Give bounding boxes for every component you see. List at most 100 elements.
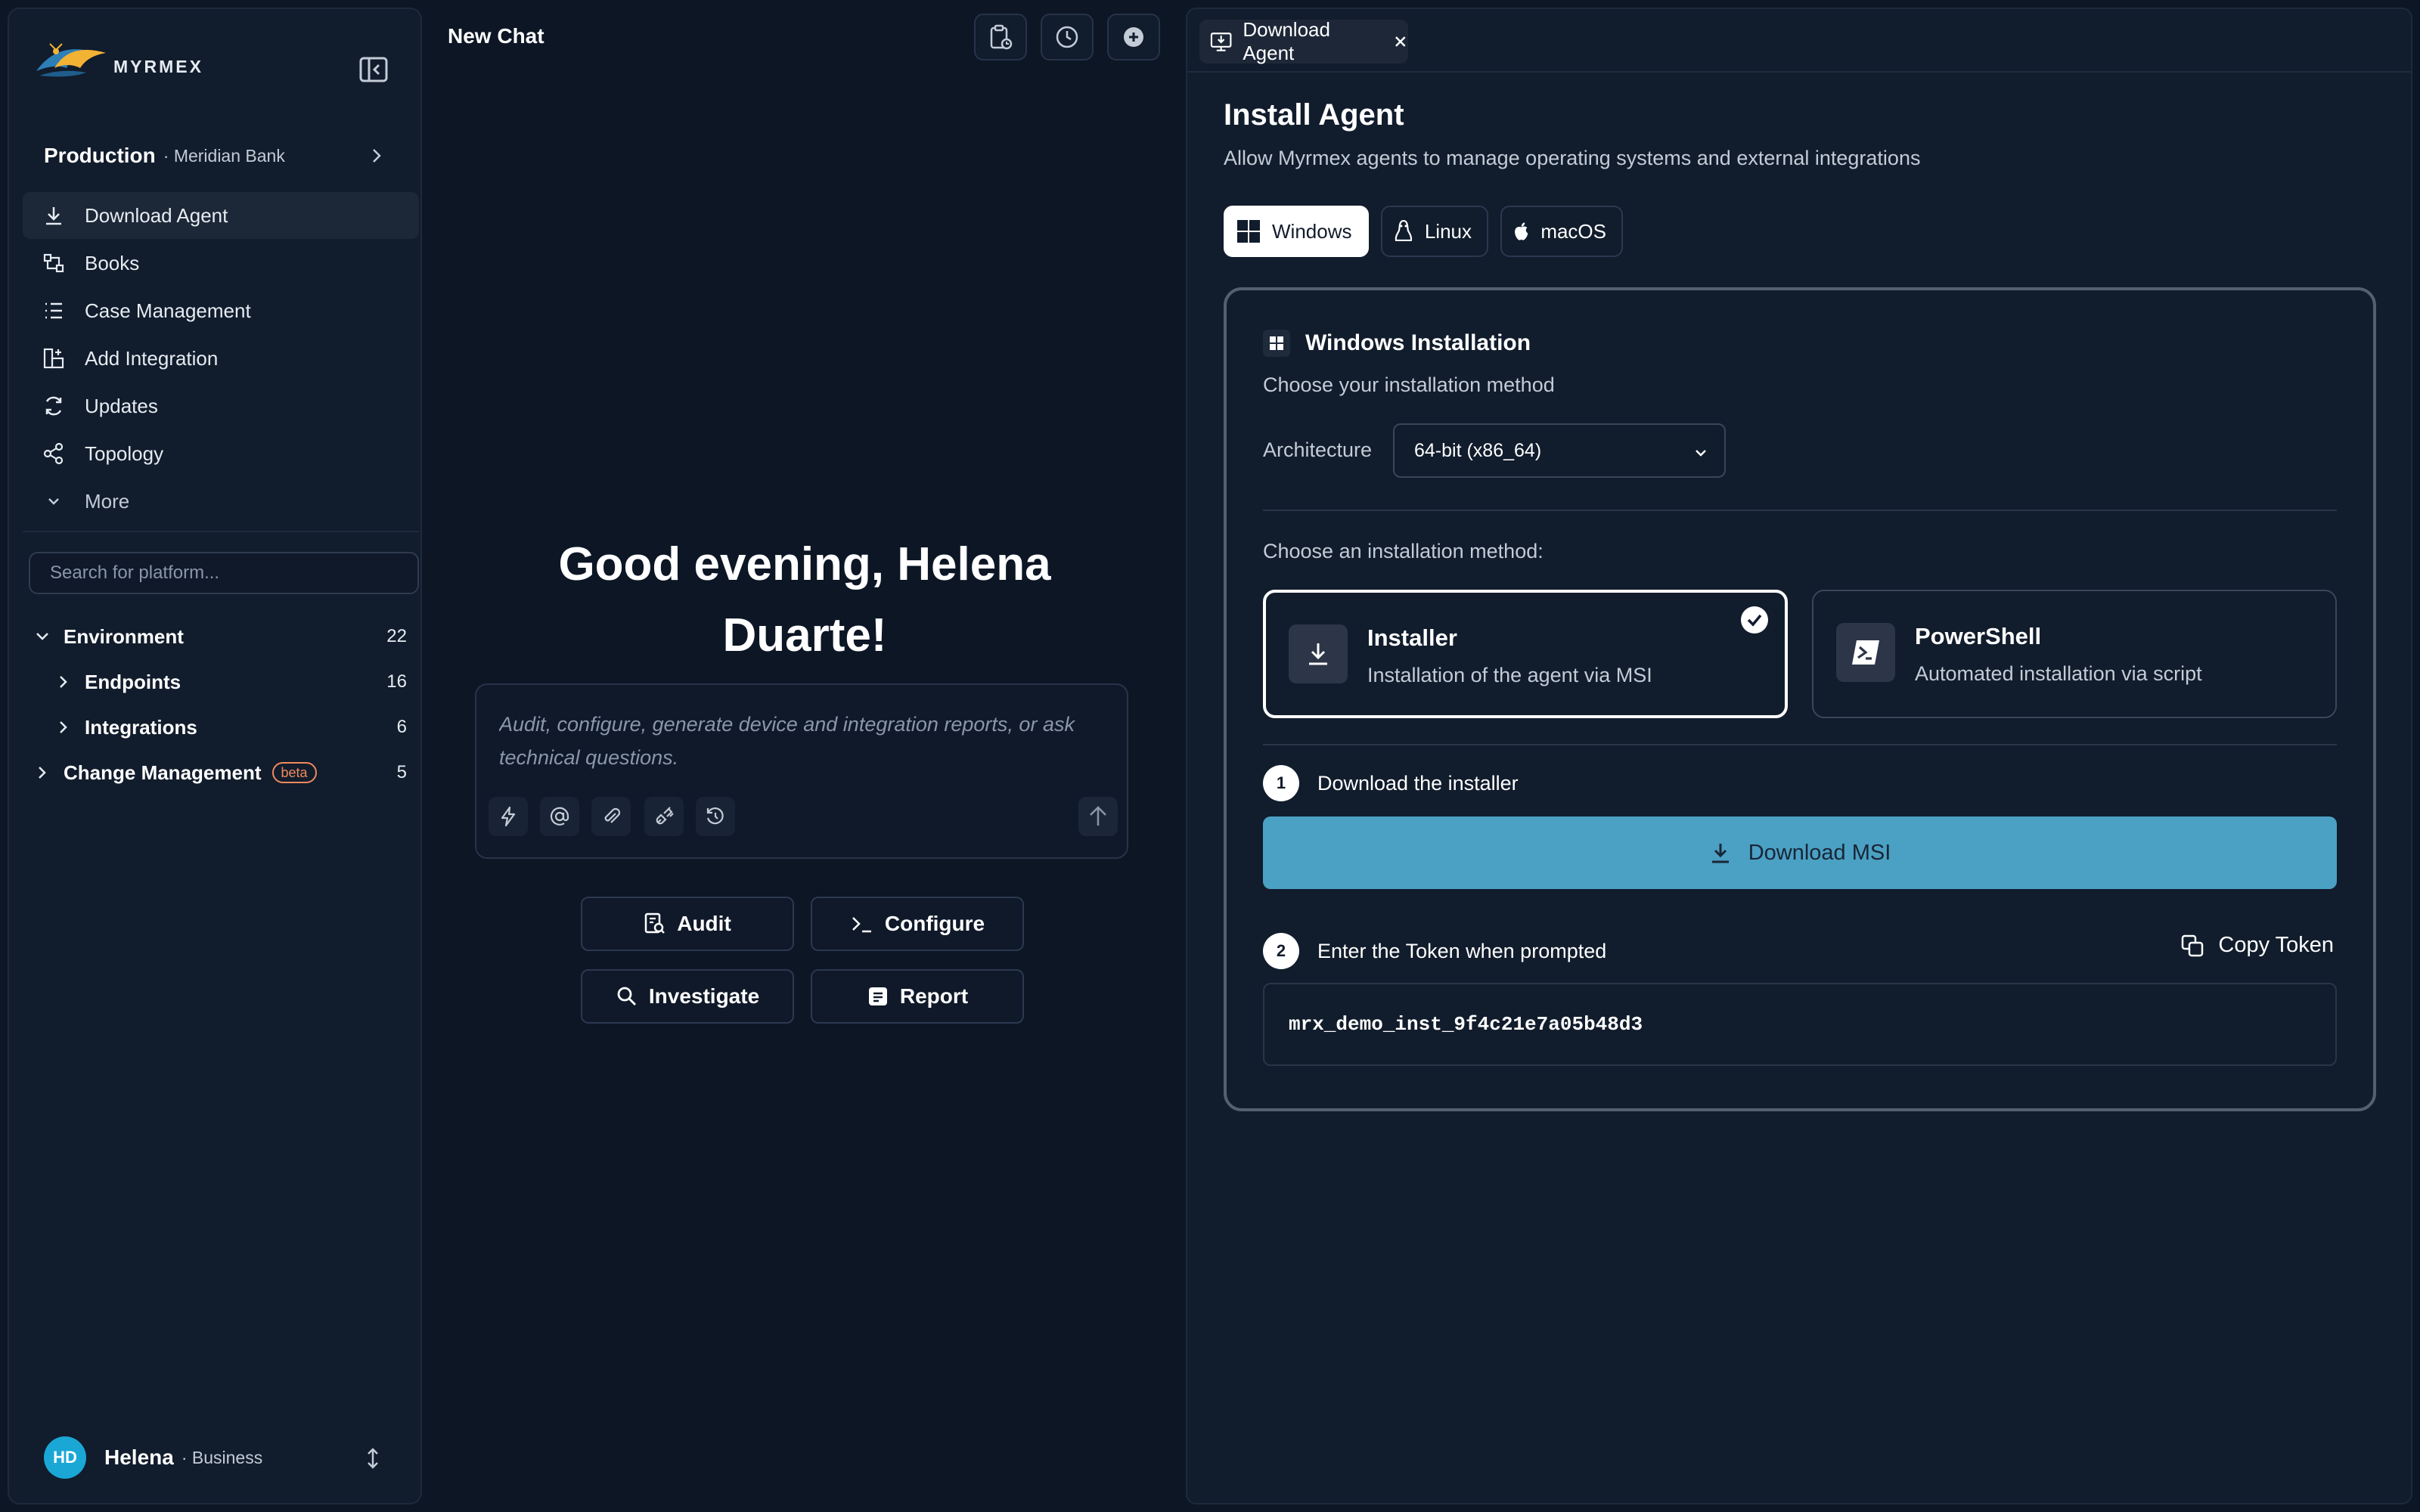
arrow-up-icon <box>1090 806 1106 826</box>
method-description: Automated installation via script <box>1915 662 2202 685</box>
chat-input[interactable] <box>499 708 1104 780</box>
search-icon <box>617 987 636 1005</box>
clock-icon <box>1056 26 1078 48</box>
token-value: mrx_demo_inst_9f4c21e7a05b48d3 <box>1289 1013 1643 1036</box>
clipboard-history-button[interactable] <box>974 14 1027 60</box>
windows-icon <box>1263 330 1290 357</box>
chevron-right-icon <box>53 719 74 736</box>
tab-download-agent[interactable]: Download Agent <box>1199 18 1408 64</box>
tab-macos[interactable]: macOS <box>1500 206 1623 257</box>
sidebar-item-topology[interactable]: Topology <box>23 430 419 477</box>
send-button[interactable] <box>1078 797 1118 836</box>
copy-token-button[interactable]: Copy Token <box>2180 933 2334 958</box>
install-agent-panel: Download Agent Install Agent Allow Myrme… <box>1186 8 2412 1504</box>
sidebar-item-updates[interactable]: Updates <box>23 383 419 429</box>
audit-icon <box>644 912 666 934</box>
logo[interactable]: MYRMEX <box>32 38 203 80</box>
card-title: Windows Installation <box>1305 330 1531 355</box>
card-divider <box>1263 744 2337 745</box>
architecture-select[interactable]: 64-bit (x86_64) <box>1393 423 1726 478</box>
sidebar-item-download-agent[interactable]: Download Agent <box>23 192 419 239</box>
sidebar-item-books[interactable]: Books <box>23 240 419 287</box>
books-icon <box>42 252 65 274</box>
sidebar-item-label: Add Integration <box>85 346 219 370</box>
method-description: Installation of the agent via MSI <box>1367 664 1652 686</box>
lightning-icon <box>501 806 516 827</box>
history-tool-button[interactable] <box>696 797 735 836</box>
collapse-sidebar-button[interactable] <box>357 54 390 85</box>
org-subtitle: · Meridian Bank <box>163 145 285 166</box>
chevron-right-icon <box>53 674 74 690</box>
tab-label: Linux <box>1424 219 1472 243</box>
download-icon <box>1289 624 1348 683</box>
audit-label: Audit <box>677 912 731 935</box>
sidebar-item-add-integration[interactable]: Add Integration <box>23 335 419 382</box>
rotate-ccw-icon <box>706 807 724 825</box>
sidebar-item-label: Topology <box>85 442 164 465</box>
platform-search-input[interactable] <box>29 552 419 594</box>
add-integration-icon <box>42 347 65 370</box>
step-1: 1 Download the installer <box>1263 765 1519 801</box>
at-sign-icon <box>550 807 569 826</box>
chevron-down-icon <box>1696 450 1706 457</box>
terminal-icon <box>852 917 871 933</box>
tab-windows[interactable]: Windows <box>1224 206 1369 257</box>
myrmex-logo-icon <box>36 43 106 77</box>
chevron-down-icon <box>32 628 53 645</box>
method-title: Installer <box>1367 624 1457 651</box>
avatar: HD <box>44 1436 86 1479</box>
download-icon <box>1711 844 1729 863</box>
step-number: 1 <box>1263 765 1299 801</box>
investigate-label: Investigate <box>648 984 760 1008</box>
quick-action-button[interactable] <box>489 797 528 836</box>
tree-item-label: Change Management <box>64 761 262 784</box>
method-powershell-card[interactable]: PowerShell Automated installation via sc… <box>1812 590 2337 718</box>
tree-item-integrations[interactable]: Integrations 6 <box>32 705 419 750</box>
tree-item-label: Endpoints <box>85 670 182 693</box>
environment-tree: Environment 22 Endpoints 16 Integrations… <box>32 614 419 795</box>
check-circle-icon <box>1741 606 1768 634</box>
download-msi-label: Download MSI <box>1748 840 1891 865</box>
download-msi-button[interactable]: Download MSI <box>1263 816 2337 889</box>
tree-item-change-management[interactable]: Change Management beta 5 <box>32 750 419 795</box>
investigate-button[interactable]: Investigate <box>581 969 794 1024</box>
share-icon <box>42 442 65 465</box>
report-label: Report <box>899 984 969 1008</box>
method-label: Choose an installation method: <box>1263 540 1544 562</box>
close-icon[interactable] <box>1393 34 1408 49</box>
tree-item-endpoints[interactable]: Endpoints 16 <box>32 659 419 705</box>
configure-button[interactable]: Configure <box>811 897 1024 951</box>
attach-button[interactable] <box>591 797 631 836</box>
installation-card: Windows Installation Choose your install… <box>1224 287 2376 1111</box>
tab-linux[interactable]: Linux <box>1381 206 1488 257</box>
method-installer-card[interactable]: Installer Installation of the agent via … <box>1263 590 1788 718</box>
plus-circle-icon <box>1124 27 1143 47</box>
chat-title: New Chat <box>448 24 544 48</box>
integration-button[interactable] <box>644 797 684 836</box>
download-icon <box>42 204 65 227</box>
sidebar-item-more[interactable]: More <box>23 478 419 525</box>
beta-badge: beta <box>271 762 317 783</box>
architecture-value: 64-bit (x86_64) <box>1414 439 1542 461</box>
list-icon <box>42 299 65 322</box>
copy-icon <box>2182 934 2204 956</box>
plug-icon <box>656 807 674 825</box>
sidebar-item-case-management[interactable]: Case Management <box>23 287 419 334</box>
paperclip-icon <box>604 807 621 823</box>
audit-button[interactable]: Audit <box>581 897 794 951</box>
mention-button[interactable] <box>540 797 579 836</box>
report-button[interactable]: Report <box>811 969 1024 1024</box>
history-button[interactable] <box>1041 14 1094 60</box>
user-menu[interactable]: HD Helena · Business <box>44 1433 399 1482</box>
new-chat-button[interactable] <box>1107 14 1160 60</box>
refresh-icon <box>42 395 65 417</box>
token-field[interactable]: mrx_demo_inst_9f4c21e7a05b48d3 <box>1263 983 2337 1066</box>
method-title: PowerShell <box>1915 623 2042 649</box>
greeting-line-2: Duarte! <box>722 609 887 662</box>
tree-item-environment[interactable]: Environment 22 <box>32 614 419 659</box>
chevron-right-icon <box>32 764 53 781</box>
configure-label: Configure <box>884 912 985 935</box>
org-switcher[interactable]: Production · Meridian Bank <box>44 139 399 172</box>
architecture-label: Architecture <box>1263 438 1373 461</box>
sidebar-item-label: Updates <box>85 394 158 417</box>
